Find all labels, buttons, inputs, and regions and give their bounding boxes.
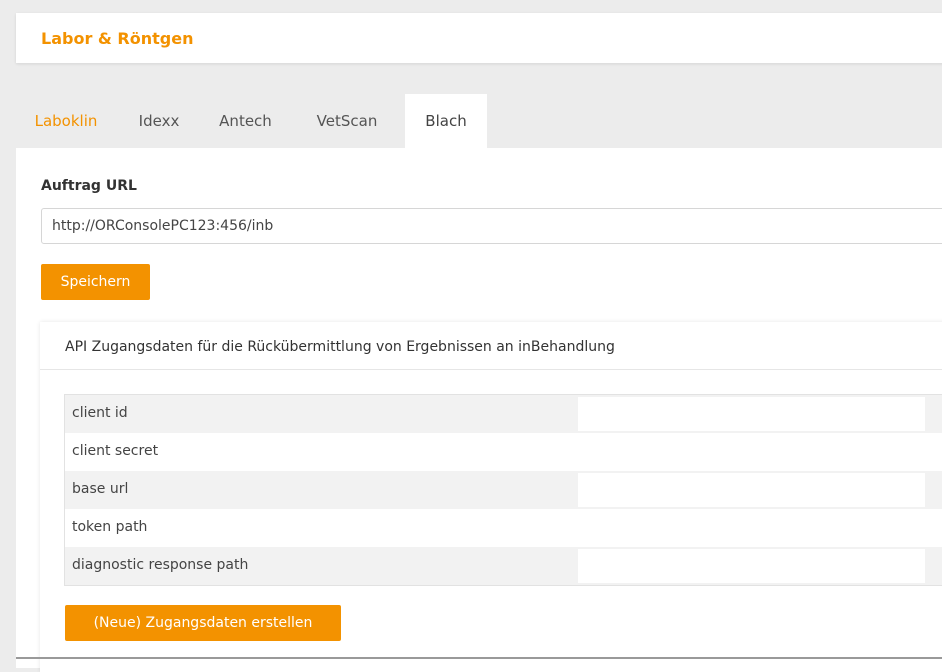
table-row: token path [65,509,942,547]
tab-panel-blach: Auftrag URL Speichern API Zugangsdaten f… [16,148,942,672]
lab-tabs: Laboklin Idexx Antech VetScan Blach [16,94,942,148]
base-url-label: base url [72,481,129,497]
page-title: Labor & Röntgen [41,29,194,48]
tab-laboklin[interactable]: Laboklin [16,94,116,148]
token-path-label: token path [72,519,148,535]
tab-vetscan[interactable]: VetScan [289,94,405,148]
base-url-value [578,473,925,507]
diagnostic-response-path-label: diagnostic response path [72,557,249,573]
tab-antech[interactable]: Antech [202,94,289,148]
order-url-input[interactable] [41,208,942,244]
save-button[interactable]: Speichern [41,264,150,300]
client-id-value [578,397,925,431]
tab-idexx[interactable]: Idexx [116,94,202,148]
table-row: client secret [65,433,942,471]
api-credentials-card: API Zugangsdaten für die Rückübermittlun… [40,322,942,672]
order-url-label: Auftrag URL [41,178,137,194]
diagnostic-response-path-value [578,549,925,583]
create-credentials-button[interactable]: (Neue) Zugangsdaten erstellen [65,605,341,641]
client-secret-label: client secret [72,443,159,459]
client-id-label: client id [72,405,128,421]
table-row: client id [65,395,942,433]
divider [40,369,942,370]
credentials-table: client id client secret base url token p… [64,394,942,586]
bottom-border [16,657,942,659]
tab-blach[interactable]: Blach [405,94,487,148]
api-credentials-heading: API Zugangsdaten für die Rückübermittlun… [65,339,615,355]
table-row: base url [65,471,942,509]
page-header: Labor & Röntgen [16,13,942,63]
table-row: diagnostic response path [65,547,942,585]
